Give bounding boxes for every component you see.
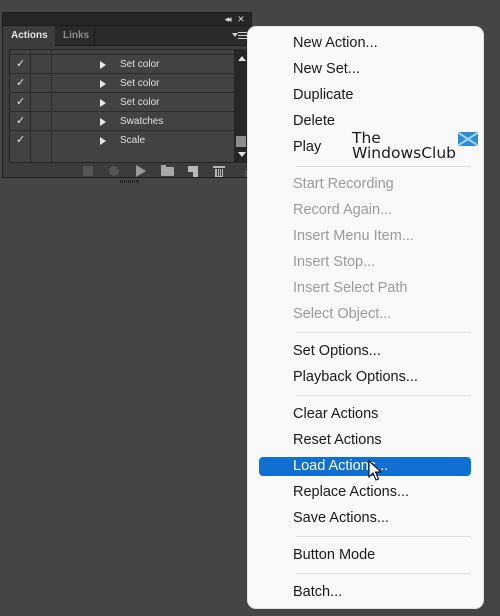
menu-item-play[interactable]: Play: [259, 138, 471, 157]
list-scrollbar[interactable]: [235, 49, 247, 163]
menu-item-playback-options[interactable]: Playback Options...: [259, 368, 471, 387]
menu-item-insert-menu-item: Insert Menu Item...: [293, 228, 414, 244]
menu-item-batch[interactable]: Batch...: [259, 583, 471, 602]
menu-item-delete[interactable]: Delete: [259, 112, 471, 131]
action-row[interactable]: ✓ Set color: [10, 74, 234, 93]
menu-item-start-recording: Start Recording: [293, 176, 394, 192]
toggle-item-checkmark-icon[interactable]: ✓: [16, 55, 25, 74]
close-panel-icon[interactable]: ✕: [235, 13, 247, 26]
menu-item-new-action[interactable]: New Action...: [259, 34, 471, 53]
expand-triangle-icon[interactable]: [100, 80, 106, 88]
tab-actions[interactable]: Actions: [3, 26, 55, 47]
play-icon[interactable]: [136, 165, 146, 177]
menu-item-replace-actions[interactable]: Replace Actions...: [259, 483, 471, 502]
record-icon[interactable]: [109, 166, 119, 176]
menu-item-reset-actions[interactable]: Reset Actions: [259, 431, 471, 450]
toggle-item-checkmark-icon[interactable]: ✓: [16, 112, 25, 131]
toggle-item-checkmark-icon[interactable]: ✓: [16, 93, 25, 112]
scroll-down-arrow-icon[interactable]: [238, 152, 246, 157]
menu-item-new-set[interactable]: New Set...: [259, 60, 471, 79]
actions-flyout-menu: New Action... New Set... Duplicate Delet…: [248, 27, 483, 608]
action-step-label: Set color: [120, 78, 160, 89]
toggle-item-checkmark-icon[interactable]: ✓: [16, 74, 25, 93]
collapse-panel-icon[interactable]: ◂◂: [221, 13, 233, 26]
menu-item-load-actions[interactable]: Load Actions...: [259, 457, 471, 476]
menu-separator: [296, 166, 471, 167]
menu-item-insert-stop: Insert Stop...: [293, 254, 376, 270]
stop-icon[interactable]: [83, 166, 93, 176]
folder-icon[interactable]: [161, 165, 174, 176]
action-row[interactable]: ✓ Set color: [10, 93, 234, 112]
trash-icon[interactable]: [213, 166, 225, 177]
toggle-item-checkmark-icon[interactable]: ✓: [16, 131, 25, 150]
menu-item-button-mode[interactable]: Button Mode: [259, 546, 471, 565]
menu-item-select-object: Select Object...: [293, 306, 392, 322]
panel-flyout-menu-icon[interactable]: [232, 30, 248, 42]
menu-separator: [296, 395, 471, 396]
menu-item-duplicate[interactable]: Duplicate: [259, 86, 471, 105]
panel-resize-handle[interactable]: [120, 180, 140, 183]
actions-panel: ◂◂ ✕ Actions Links ✓ Set color ✓ Set col…: [2, 12, 252, 183]
panel-bottom-divider: [3, 177, 251, 178]
menu-item-record-again: Record Again...: [293, 202, 393, 218]
actions-list: ✓ Set color ✓ Set color ✓ Set color ✓ Sw…: [9, 49, 235, 163]
expand-triangle-icon[interactable]: [100, 118, 106, 126]
menu-item-clear-actions[interactable]: Clear Actions: [259, 405, 471, 424]
menu-item-save-actions[interactable]: Save Actions...: [259, 509, 471, 528]
panel-tabs: Actions Links: [3, 26, 251, 47]
panel-titlebar[interactable]: ◂◂ ✕: [3, 13, 251, 26]
expand-triangle-icon[interactable]: [100, 137, 106, 145]
action-row[interactable]: ✓ Swatches: [10, 112, 234, 131]
menu-item-set-options[interactable]: Set Options...: [259, 342, 471, 361]
menu-item-insert-select-path: Insert Select Path: [293, 280, 408, 296]
action-row[interactable]: ✓ Set color: [10, 55, 234, 74]
action-row[interactable]: ✓ Scale: [10, 131, 234, 150]
menu-separator: [296, 332, 471, 333]
action-step-label: Set color: [120, 97, 160, 108]
action-step-label: Scale: [120, 135, 146, 146]
expand-triangle-icon[interactable]: [100, 61, 106, 69]
tab-links[interactable]: Links: [55, 26, 95, 46]
new-item-icon[interactable]: [188, 166, 198, 177]
scroll-up-arrow-icon[interactable]: [238, 56, 246, 61]
menu-separator: [296, 573, 471, 574]
expand-triangle-icon[interactable]: [100, 99, 106, 107]
menu-separator: [296, 536, 471, 537]
action-step-label: Swatches: [120, 116, 164, 127]
scroll-thumb[interactable]: [236, 136, 246, 147]
action-step-label: Set color: [120, 59, 160, 70]
